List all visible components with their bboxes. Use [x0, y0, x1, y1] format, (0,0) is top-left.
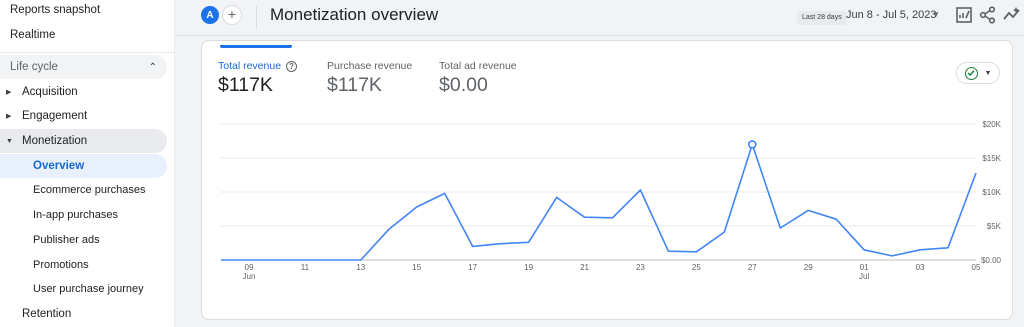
sidebar-item-acquisition[interactable]: ▶ Acquisition — [0, 80, 78, 104]
sidebar-item-label: Retention — [22, 308, 72, 320]
data-point — [276, 259, 278, 261]
sidebar-item-engagement[interactable]: ▶ Engagement — [0, 104, 87, 128]
x-tick-label: 17 — [468, 263, 477, 272]
sidebar-item-label: Publisher ads — [33, 234, 100, 246]
date-range-picker[interactable]: Jun 8 - Jul 5, 2023 — [846, 9, 937, 21]
data-point — [863, 249, 865, 251]
sidebar-subitem-ecommerce-purchases[interactable]: Ecommerce purchases — [33, 178, 146, 202]
x-tick-label: 09 — [245, 263, 254, 272]
data-point — [220, 259, 222, 261]
sidebar-item-realtime[interactable]: Realtime — [10, 23, 55, 47]
data-point — [723, 231, 725, 233]
data-point — [360, 259, 362, 261]
revenue-line-chart: $20K $15K $10K $5K $0.00 09 11 13 15 17 19 21 23 25 27… — [220, 120, 1002, 281]
data-point — [891, 255, 893, 257]
sidebar: Reports snapshot Realtime Life cycle ⌃ ▶… — [0, 0, 175, 327]
data-point — [304, 259, 306, 261]
caret-down-icon[interactable]: ▼ — [932, 10, 940, 19]
sidebar-item-label: Promotions — [33, 259, 89, 271]
revenue-series-line — [221, 143, 977, 261]
x-month-label: Jul — [859, 272, 869, 281]
insights-icon[interactable] — [1002, 5, 1022, 25]
data-point — [919, 249, 921, 251]
data-point — [248, 259, 250, 261]
x-tick-label: 27 — [748, 263, 757, 272]
comparison-avatar[interactable]: A — [201, 6, 219, 24]
y-tick-label: $5K — [987, 222, 1002, 231]
data-point — [583, 216, 585, 218]
caret-down-icon: ▼ — [6, 137, 13, 145]
sidebar-item-label: Reports snapshot — [10, 4, 101, 16]
data-point — [555, 196, 557, 198]
sidebar-item-reports-snapshot[interactable]: Reports snapshot — [10, 0, 100, 22]
data-point — [835, 218, 837, 220]
add-comparison-button[interactable]: + — [222, 5, 242, 25]
highlighted-data-point — [747, 140, 757, 149]
x-tick-label: 21 — [580, 263, 589, 272]
y-tick-label: $0.00 — [981, 256, 1002, 265]
x-tick-label: 13 — [356, 263, 365, 272]
share-icon[interactable] — [978, 5, 998, 25]
date-range-chip: Last 28 days — [797, 11, 847, 25]
data-point — [471, 245, 473, 247]
sidebar-item-label: Acquisition — [22, 86, 78, 98]
sidebar-item-label: Engagement — [22, 110, 88, 122]
x-tick-label: 25 — [692, 263, 701, 272]
sidebar-item-label: Ecommerce purchases — [33, 184, 146, 196]
sidebar-item-label: In-app purchases — [33, 209, 118, 221]
x-tick-label: 23 — [636, 263, 645, 272]
sidebar-subitem-in-app-purchases[interactable]: In-app purchases — [33, 203, 118, 227]
section-label: Life cycle — [10, 61, 58, 73]
data-point — [332, 259, 334, 261]
data-point — [639, 189, 641, 191]
x-tick-label: 29 — [804, 263, 813, 272]
sidebar-item-label: User purchase journey — [33, 283, 144, 295]
x-tick-label: 19 — [524, 263, 533, 272]
sidebar-item-retention[interactable]: Retention — [22, 302, 71, 326]
x-tick-label: 15 — [412, 263, 421, 272]
sidebar-subitem-overview[interactable]: Overview — [0, 154, 167, 178]
x-tick-label: 11 — [301, 263, 310, 272]
sidebar-section-life-cycle[interactable]: Life cycle ⌃ — [0, 55, 167, 79]
revenue-card: Total revenue ? $117K Purchase revenue $… — [201, 40, 1013, 320]
caret-right-icon: ▶ — [6, 113, 12, 120]
sidebar-subitem-publisher-ads[interactable]: Publisher ads — [33, 228, 100, 252]
sidebar-subitem-promotions[interactable]: Promotions — [33, 253, 89, 277]
data-point — [611, 217, 613, 219]
caret-right-icon: ▶ — [6, 89, 12, 96]
page-title: Monetization overview — [270, 5, 439, 24]
page-header: A + Monetization overview Last 28 days J… — [176, 0, 1024, 36]
x-tick-label: 05 — [972, 263, 981, 272]
data-point — [807, 209, 809, 211]
data-point — [499, 242, 501, 244]
x-tick-label: 03 — [916, 263, 925, 272]
x-tick-label: 01 — [860, 263, 869, 272]
sidebar-item-monetization[interactable]: ▼ Monetization — [0, 129, 87, 153]
y-tick-label: $20K — [982, 120, 1001, 129]
header-divider — [256, 6, 257, 28]
sidebar-subitem-user-purchase-journey[interactable]: User purchase journey — [33, 277, 144, 301]
chevron-up-icon: ⌃ — [148, 61, 157, 73]
data-point — [695, 251, 697, 253]
edit-report-icon[interactable] — [954, 5, 974, 25]
sidebar-item-label: Realtime — [10, 29, 56, 41]
data-point — [444, 192, 446, 194]
data-point — [779, 227, 781, 229]
sidebar-item-label: Monetization — [22, 135, 88, 147]
data-point — [388, 228, 390, 230]
data-point — [947, 247, 949, 249]
y-tick-label: $10K — [982, 188, 1001, 197]
data-point — [975, 172, 977, 174]
x-month-label: Jun — [243, 272, 256, 281]
y-tick-label: $15K — [982, 154, 1001, 163]
data-point — [527, 241, 529, 243]
data-point — [667, 250, 669, 252]
data-point — [416, 206, 418, 208]
sidebar-item-label: Overview — [33, 160, 85, 172]
sidebar-divider — [0, 52, 174, 53]
